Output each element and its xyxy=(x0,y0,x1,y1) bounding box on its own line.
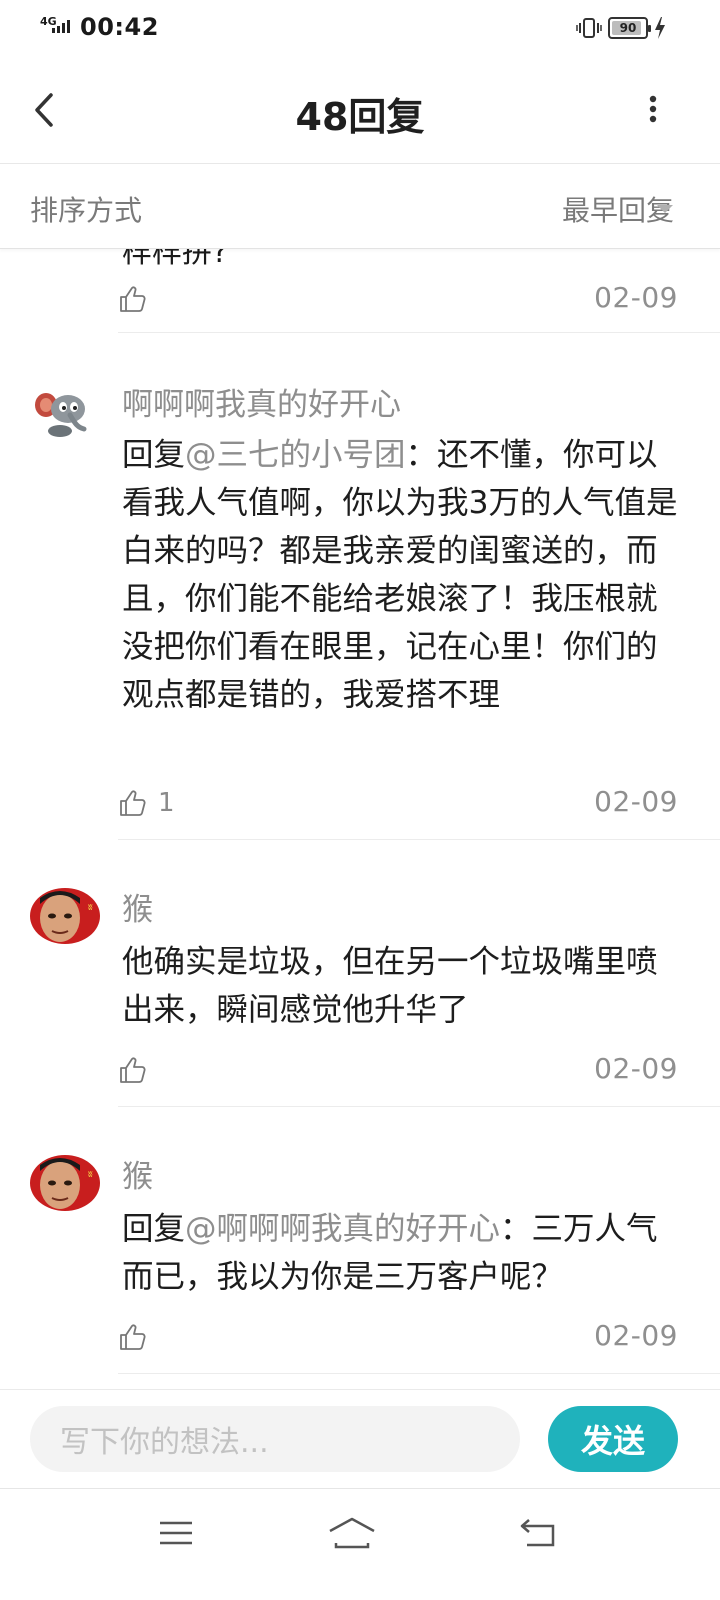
divider xyxy=(118,332,720,333)
comment-text: 样样拼? xyxy=(122,249,228,270)
avatar[interactable] xyxy=(30,383,100,439)
comment-author[interactable]: 猴 xyxy=(122,1151,153,1196)
divider xyxy=(118,1373,720,1374)
comment-input[interactable]: 写下你的想法... xyxy=(30,1406,520,1472)
comment-date: 02-09 xyxy=(594,785,678,818)
comment-body: 他确实是垃圾，但在另一个垃圾嘴里喷出来，瞬间感觉他升华了 xyxy=(122,938,678,1034)
comment-body: 回复@啊啊啊我真的好开心：三万人气而已，我以为你是三万客户呢？ xyxy=(122,1205,678,1301)
avatar-face-image: ʬ xyxy=(30,888,100,944)
avatar-elephant-image xyxy=(30,383,100,439)
caret-down-icon[interactable] xyxy=(656,204,674,214)
thumbs-up-icon xyxy=(120,1324,146,1350)
svg-text:ʬ: ʬ xyxy=(88,903,93,913)
comment-date: 02-09 xyxy=(594,1052,678,1085)
thumbs-up-icon xyxy=(120,1057,146,1083)
reply-prefix: 回复 xyxy=(122,437,186,473)
menu-icon xyxy=(160,1521,192,1545)
comment-footer: 02-09 xyxy=(118,1315,678,1359)
battery-icon: 90 xyxy=(608,17,651,39)
mention-link[interactable]: @啊啊啊我真的好开心 xyxy=(185,1211,500,1247)
divider xyxy=(118,1106,720,1107)
comment-author[interactable]: 啊啊啊我真的好开心 xyxy=(122,379,401,424)
like-button[interactable] xyxy=(118,1048,158,1092)
comment-list: 样样拼? 02-09 啊啊啊我真的好开心 回复@三七的小号团：还不懂，你可以看我… xyxy=(0,249,720,1389)
avatar[interactable]: ʬ xyxy=(30,1155,100,1211)
comment-footer: 02-09 xyxy=(118,277,678,321)
back-nav-button[interactable] xyxy=(508,1511,568,1555)
status-bar: 4G 00:42 90 xyxy=(0,0,720,56)
avatar[interactable]: ʬ xyxy=(30,888,100,944)
like-count: 1 xyxy=(158,788,175,818)
comment-body: 回复@三七的小号团：还不懂，你可以看我人气值啊，你以为我3万的人气值是白来的吗？… xyxy=(122,431,678,719)
thumbs-up-icon xyxy=(120,790,146,816)
svg-text:ʬ: ʬ xyxy=(88,1170,93,1180)
more-vertical-icon xyxy=(649,95,657,123)
menu-button[interactable] xyxy=(146,1511,206,1555)
home-button[interactable] xyxy=(322,1511,382,1555)
thumbs-up-icon xyxy=(120,286,146,312)
sort-bar: 排序方式 最早回复 xyxy=(0,165,720,249)
home-icon xyxy=(329,1517,375,1549)
comment-text: ：还不懂，你可以看我人气值啊，你以为我3万的人气值是白来的吗？都是我亲爱的闺蜜送… xyxy=(122,437,678,713)
page-title: 48回复 xyxy=(295,95,425,139)
divider xyxy=(118,839,720,840)
mention-link[interactable]: @三七的小号团 xyxy=(185,437,406,473)
comment-author[interactable]: 猴 xyxy=(122,884,153,929)
comment-text: 他确实是垃圾，但在另一个垃圾嘴里喷出来，瞬间感觉他升华了 xyxy=(122,944,658,1028)
like-button[interactable] xyxy=(118,277,158,321)
comment-date: 02-09 xyxy=(594,1319,678,1352)
send-button[interactable]: 发送 xyxy=(548,1406,678,1472)
comment-date: 02-09 xyxy=(594,281,678,314)
more-options-button[interactable] xyxy=(630,84,676,134)
signal-icon xyxy=(52,19,70,33)
system-nav-bar xyxy=(0,1488,720,1600)
charging-icon xyxy=(655,17,665,39)
reply-prefix: 回复 xyxy=(122,1211,186,1247)
return-icon xyxy=(520,1519,555,1547)
comment-footer: 02-09 xyxy=(118,1048,678,1092)
comment-input-bar: 写下你的想法... 发送 xyxy=(0,1389,720,1487)
like-button[interactable] xyxy=(118,1315,158,1359)
vibrate-icon xyxy=(576,18,602,38)
clock: 00:42 xyxy=(80,13,159,41)
sort-label: 排序方式 xyxy=(30,194,143,227)
battery-percent: 90 xyxy=(619,21,637,35)
avatar-face-image: ʬ xyxy=(30,1155,100,1211)
like-button[interactable]: 1 xyxy=(118,781,175,825)
header: 48回复 xyxy=(0,56,720,164)
comment-footer: 1 02-09 xyxy=(118,781,678,825)
